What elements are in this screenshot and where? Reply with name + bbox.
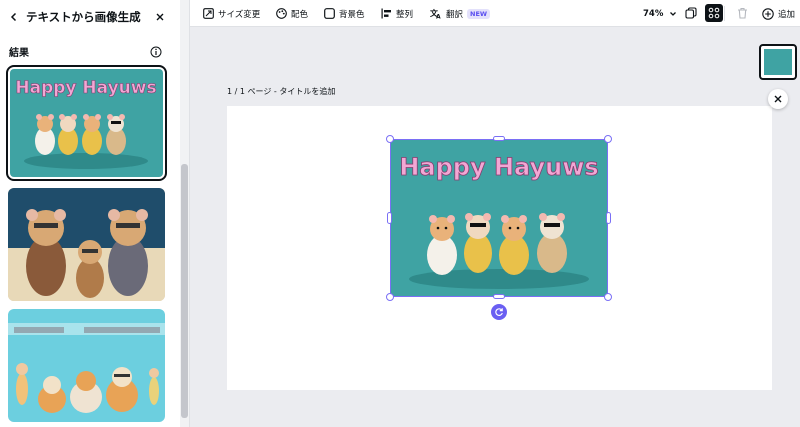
editor-toolbar: サイズ変更 配色 背景色 整列 文A 翻訳 NEW 74% 追加: [190, 0, 800, 27]
close-preview-button[interactable]: [768, 89, 788, 109]
close-icon: [156, 13, 164, 21]
align-button[interactable]: 整列: [381, 5, 413, 22]
toolbar-divider: [724, 6, 725, 21]
resize-handle-top[interactable]: [493, 136, 505, 141]
info-button[interactable]: [150, 43, 162, 58]
layers-icon: [685, 7, 697, 19]
resize-handle-bottom-right[interactable]: [604, 293, 612, 301]
align-icon: [381, 8, 391, 19]
magic-icon: [708, 7, 720, 19]
palette-icon: [276, 8, 287, 19]
delete-button[interactable]: [733, 4, 751, 22]
page-thumbnail-preview: [764, 49, 792, 75]
rotate-icon: [495, 308, 503, 317]
page-title-label[interactable]: 1 / 1 ページ - タイトルを追加: [227, 86, 335, 97]
add-label: 追加: [778, 9, 796, 20]
zoom-value: 74%: [643, 8, 664, 19]
selection-frame: [390, 139, 608, 297]
thumbnail-headline: Happy Hayuws: [15, 78, 156, 98]
background-color-button[interactable]: 背景色: [324, 5, 365, 22]
panel-scrollbar-thumb[interactable]: [181, 164, 188, 418]
color-label: 配色: [291, 9, 309, 20]
add-circle-icon: [762, 7, 774, 20]
trash-icon: [737, 7, 747, 19]
resize-label: サイズ変更: [218, 9, 261, 20]
resize-icon: [203, 8, 214, 19]
new-badge: NEW: [467, 8, 491, 19]
translate-button[interactable]: 文A 翻訳 NEW: [430, 5, 491, 22]
magic-button[interactable]: [705, 4, 723, 22]
layers-button[interactable]: [682, 4, 700, 22]
result-thumbnail-3[interactable]: [8, 309, 165, 422]
color-button[interactable]: 配色: [276, 5, 308, 22]
add-button[interactable]: 追加: [762, 5, 795, 22]
background-color-label: 背景色: [339, 9, 365, 20]
chevron-down-icon: [670, 11, 677, 16]
panel-title: テキストから画像生成: [26, 10, 141, 24]
result-thumbnail-2[interactable]: [8, 188, 165, 301]
text-to-image-panel: テキストから画像生成 結果 Happy Hayuws: [0, 0, 190, 427]
resize-handle-left[interactable]: [387, 212, 392, 224]
svg-text:A: A: [436, 14, 441, 20]
resize-handle-bottom-left[interactable]: [386, 293, 394, 301]
rotate-handle[interactable]: [491, 304, 507, 320]
resize-handle-bottom[interactable]: [493, 294, 505, 299]
resize-handle-top-right[interactable]: [604, 135, 612, 143]
resize-button[interactable]: サイズ変更: [203, 5, 260, 22]
info-icon: [150, 46, 162, 58]
background-color-icon: [324, 8, 335, 19]
translate-icon: 文A: [430, 8, 441, 20]
resize-handle-right[interactable]: [606, 212, 611, 224]
close-icon: [774, 95, 782, 103]
resize-handle-top-left[interactable]: [386, 135, 394, 143]
zoom-selector[interactable]: 74%: [643, 5, 677, 22]
chevron-left-icon: [10, 12, 17, 22]
close-panel-button[interactable]: [152, 9, 168, 25]
back-button[interactable]: [6, 9, 22, 25]
results-label: 結果: [9, 48, 29, 59]
translate-label: 翻訳: [446, 9, 464, 20]
result-thumbnail-1[interactable]: Happy Hayuws: [6, 65, 167, 181]
align-label: 整列: [396, 9, 414, 20]
page-thumbnail[interactable]: [759, 44, 797, 80]
